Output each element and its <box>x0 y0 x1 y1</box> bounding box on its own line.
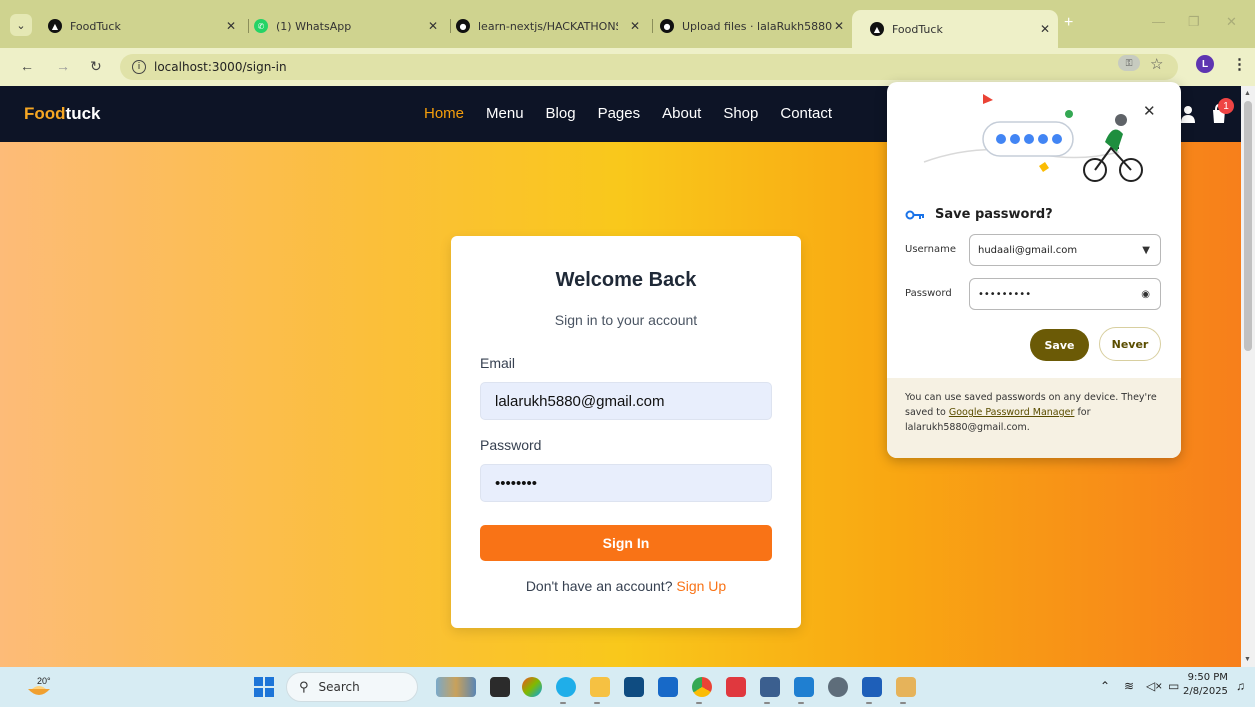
username-label: Username <box>905 244 956 255</box>
window-close-icon[interactable]: ✕ <box>1226 14 1237 30</box>
profile-avatar[interactable]: L <box>1196 55 1214 73</box>
minimize-icon[interactable]: — <box>1152 14 1165 29</box>
forward-icon[interactable]: → <box>56 58 70 74</box>
nav-home[interactable]: Home <box>424 105 464 122</box>
signin-subtitle: Sign in to your account <box>554 312 698 328</box>
tab-whatsapp[interactable]: ✆ (1) WhatsApp ✕ <box>254 12 446 40</box>
notification-bell-icon[interactable]: ♫ <box>1236 679 1245 693</box>
save-button[interactable]: Save <box>1030 329 1089 361</box>
foodtuck-icon: ▲ <box>870 22 884 36</box>
github-icon: ● <box>456 19 470 33</box>
scroll-down-icon[interactable]: ▼ <box>1244 656 1251 663</box>
chevron-up-icon[interactable]: ⌃ <box>1100 679 1110 693</box>
settings-icon[interactable] <box>828 677 848 697</box>
dropdown-arrow-icon[interactable]: ▼ <box>1142 245 1150 256</box>
tab-github-hackathons[interactable]: ● learn-nextjs/HACKATHONS/ ✕ <box>456 12 648 40</box>
battery-icon[interactable]: ▭ <box>1168 679 1179 693</box>
windows-start-icon[interactable] <box>254 677 274 697</box>
signin-card: Welcome Back Sign in to your account Ema… <box>451 236 801 628</box>
signin-button[interactable]: Sign In <box>480 525 772 561</box>
search-icon: ⚲ <box>299 679 309 695</box>
wifi-icon[interactable]: ≋ <box>1124 679 1134 693</box>
close-icon[interactable]: ✕ <box>630 19 640 33</box>
save-password-dialog: ✕ Save password? Username hudaali@gmail.… <box>887 82 1181 458</box>
weather-temperature: 20° <box>37 676 51 686</box>
tab-github-upload[interactable]: ● Upload files · lalaRukh5880/ ✕ <box>660 12 852 40</box>
email-input[interactable] <box>480 382 772 420</box>
restore-icon[interactable]: ❐ <box>1188 14 1200 30</box>
site-info-icon[interactable]: i <box>132 60 146 74</box>
notepad-icon[interactable] <box>760 677 780 697</box>
new-tab-icon[interactable]: + <box>1064 14 1073 32</box>
edge-icon[interactable] <box>556 677 576 697</box>
close-icon[interactable]: ✕ <box>428 19 438 33</box>
nav-about[interactable]: About <box>662 105 701 122</box>
outlook-icon[interactable] <box>658 677 678 697</box>
username-select[interactable]: hudaali@gmail.com ▼ <box>969 234 1161 266</box>
back-icon[interactable]: ← <box>20 58 34 74</box>
nav-menu[interactable]: Menu <box>486 105 524 122</box>
whatsapp-icon: ✆ <box>254 19 268 33</box>
key-icon <box>905 210 924 219</box>
google-password-manager-link[interactable]: Google Password Manager <box>949 407 1075 418</box>
main-nav: Home Menu Blog Pages About Shop Contact <box>424 105 854 122</box>
brand-logo[interactable]: Foodtuck <box>24 104 101 124</box>
chrome-icon[interactable] <box>692 677 712 697</box>
address-bar[interactable]: i localhost:3000/sign-in <box>120 54 1178 80</box>
email-label: Email <box>480 355 516 371</box>
task-view-icon[interactable] <box>490 677 510 697</box>
vscode-icon[interactable] <box>794 677 814 697</box>
browser-menu-icon[interactable]: ⋮ <box>1232 55 1247 73</box>
signin-title: Welcome Back <box>555 269 697 291</box>
user-icon[interactable] <box>1180 105 1196 123</box>
snipping-tool-icon[interactable] <box>896 677 916 697</box>
copilot-icon[interactable] <box>522 677 542 697</box>
powerpoint-like-icon[interactable] <box>726 677 746 697</box>
password-key-icon[interactable]: ⚿ <box>1118 55 1140 71</box>
url-text: localhost:3000/sign-in <box>154 60 287 74</box>
tab-foodtuck-active[interactable]: ▲ FoodTuck ✕ <box>852 10 1058 48</box>
reload-icon[interactable]: ↻ <box>90 58 102 75</box>
browser-toolbar: ← → ↻ i localhost:3000/sign-in <box>0 48 1255 86</box>
nav-blog[interactable]: Blog <box>546 105 576 122</box>
tab-foodtuck-1[interactable]: ▲ FoodTuck ✕ <box>48 12 244 40</box>
volume-icon[interactable]: ◁× <box>1146 679 1162 693</box>
signup-prompt: Don't have an account? Sign Up <box>525 578 727 594</box>
saved-password-field[interactable]: ••••••••• ◉ <box>969 278 1161 310</box>
bookmark-star-icon[interactable]: ☆ <box>1150 55 1163 73</box>
taskbar-search[interactable]: ⚲ Search <box>286 672 418 702</box>
scrollbar-thumb[interactable] <box>1244 101 1252 351</box>
file-explorer-icon[interactable] <box>590 677 610 697</box>
close-icon[interactable]: ✕ <box>1040 22 1050 36</box>
taskbar-clock[interactable]: 9:50 PM 2/8/2025 <box>1183 671 1228 699</box>
taskbar-widget-icon[interactable] <box>436 677 476 697</box>
close-icon[interactable]: ✕ <box>226 19 236 33</box>
eye-icon[interactable]: ◉ <box>1141 289 1150 300</box>
password-label: Password <box>905 288 952 299</box>
nav-pages[interactable]: Pages <box>598 105 641 122</box>
github-icon: ● <box>660 19 674 33</box>
scroll-up-icon[interactable]: ▲ <box>1244 90 1251 97</box>
foodtuck-icon: ▲ <box>48 19 62 33</box>
password-input[interactable] <box>480 464 772 502</box>
word-icon[interactable] <box>862 677 882 697</box>
close-icon[interactable]: ✕ <box>834 19 844 33</box>
cart-count-badge: 1 <box>1218 98 1234 114</box>
nav-contact[interactable]: Contact <box>780 105 832 122</box>
microsoft-store-icon[interactable] <box>624 677 644 697</box>
save-password-title: Save password? <box>935 207 1053 222</box>
password-label: Password <box>480 437 542 453</box>
close-icon[interactable]: ✕ <box>1143 102 1156 120</box>
browser-tabstrip: ⌄ ▲ FoodTuck ✕ ✆ (1) WhatsApp ✕ ● learn-… <box>0 0 1255 48</box>
signup-link[interactable]: Sign Up <box>676 578 726 594</box>
tab-search-button[interactable]: ⌄ <box>10 14 32 36</box>
nav-shop[interactable]: Shop <box>723 105 758 122</box>
password-manager-info: You can use saved passwords on any devic… <box>887 378 1181 458</box>
never-button[interactable]: Never <box>1099 327 1161 361</box>
password-illustration <box>923 94 1143 182</box>
